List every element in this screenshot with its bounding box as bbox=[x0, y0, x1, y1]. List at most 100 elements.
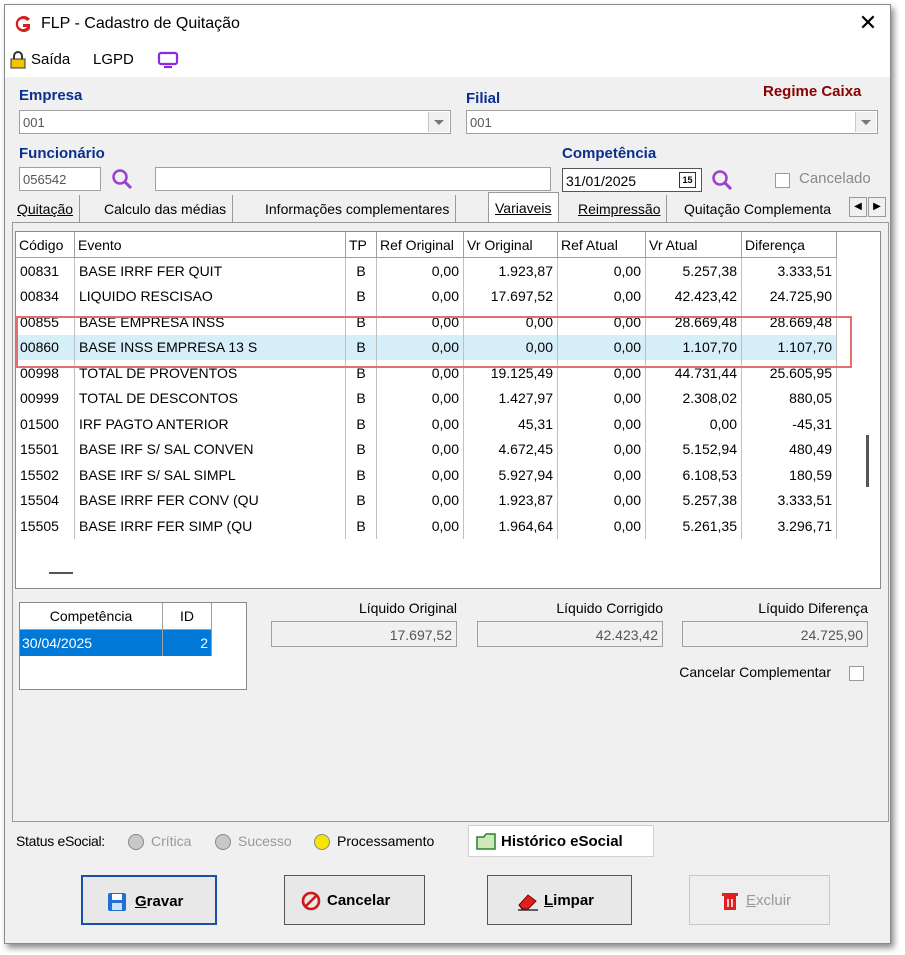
tab-quitacao-complementar[interactable]: Quitação Complementa bbox=[678, 195, 850, 222]
col-vr-atual[interactable]: Vr Atual bbox=[645, 232, 742, 258]
competence-date-input[interactable]: 31/01/2025 15 bbox=[562, 168, 702, 192]
grid-vertical-scrollbar[interactable] bbox=[866, 435, 869, 487]
cell-vr-original: 1.923,87 bbox=[463, 487, 558, 513]
table-row[interactable]: 00998 TOTAL DE PROVENTOS B 0,00 19.125,49 0,0… bbox=[16, 360, 837, 386]
save-button[interactable]: Gravar bbox=[81, 875, 217, 925]
cell-vr-original: 19.125,49 bbox=[463, 360, 558, 386]
table-row[interactable]: 00999 TOTAL DE DESCONTOS B 0,00 1.427,97 0,00… bbox=[16, 385, 837, 411]
cell-tp: B bbox=[345, 257, 377, 284]
cell-evento: BASE EMPRESA INSS bbox=[74, 309, 346, 335]
table-row[interactable]: 00834 LIQUIDO RESCISAO B 0,00 17.697,52 0,00 4… bbox=[16, 283, 837, 309]
cell-diferenca: 3.333,51 bbox=[741, 487, 837, 513]
cancel-button[interactable]: Cancelar bbox=[284, 875, 425, 925]
menu-lgpd[interactable]: LGPD bbox=[93, 51, 134, 68]
competence-date-value: 31/01/2025 bbox=[566, 173, 637, 189]
cell-codigo: 00831 bbox=[16, 257, 75, 284]
competence-list[interactable]: Competência ID 30/04/2025 2 bbox=[19, 602, 247, 690]
esocial-history-button[interactable]: Histórico eSocial bbox=[468, 825, 654, 857]
tab-informacoes-complementares[interactable]: Informações complementares bbox=[259, 195, 457, 222]
tab-scroll-right-icon[interactable]: ▶ bbox=[868, 197, 886, 217]
cancel-complementary-checkbox[interactable] bbox=[849, 666, 864, 681]
cell-ref-atual: 0,00 bbox=[557, 411, 646, 437]
cell-codigo: 00860 bbox=[16, 334, 75, 360]
table-row[interactable]: 00855 BASE EMPRESA INSS B 0,00 0,00 0,00 28.66… bbox=[16, 309, 837, 335]
col-competencia[interactable]: Competência bbox=[20, 603, 163, 630]
col-evento[interactable]: Evento bbox=[74, 232, 346, 258]
cell-tp: B bbox=[345, 334, 377, 360]
table-row[interactable]: 15502 BASE IRF S/ SAL SIMPL B 0,00 5.927,94 0… bbox=[16, 462, 837, 488]
eraser-icon bbox=[518, 894, 538, 911]
cell-tp: B bbox=[345, 487, 377, 513]
table-row[interactable]: 15504 BASE IRRF FER CONV (QU B 0,00 1.923,87… bbox=[16, 487, 837, 513]
cell-vr-original: 1.427,97 bbox=[463, 385, 558, 411]
cell-tp: B bbox=[345, 283, 377, 309]
company-label: Empresa bbox=[19, 87, 83, 104]
menu-exit[interactable]: Saída bbox=[31, 51, 70, 68]
tab-variaveis[interactable]: Variaveis bbox=[488, 192, 559, 224]
calendar-icon[interactable]: 15 bbox=[679, 172, 696, 188]
table-row[interactable]: 01500 IRF PAGTO ANTERIOR B 0,00 45,31 0,00 0,0… bbox=[16, 411, 837, 437]
cell-diferenca: 25.605,95 bbox=[741, 360, 837, 386]
tab-scroll-left-icon[interactable]: ◀ bbox=[849, 197, 867, 217]
cell-vr-atual: 5.257,38 bbox=[645, 257, 742, 284]
table-row[interactable]: 15501 BASE IRF S/ SAL CONVEN B 0,00 4.672,45… bbox=[16, 436, 837, 462]
competence-row[interactable]: 30/04/2025 2 bbox=[20, 629, 212, 656]
status-success-label: Sucesso bbox=[238, 833, 292, 849]
col-ref-atual[interactable]: Ref Atual bbox=[557, 232, 646, 258]
chevron-down-icon[interactable] bbox=[428, 112, 449, 132]
events-grid[interactable]: Código Evento TP Ref Original Vr Origina… bbox=[15, 231, 881, 589]
cell-codigo: 01500 bbox=[16, 411, 75, 437]
employee-search-icon[interactable] bbox=[109, 166, 135, 192]
employee-code-value: 056542 bbox=[23, 172, 67, 187]
cell-tp: B bbox=[345, 385, 377, 411]
table-row[interactable]: 15505 BASE IRRF FER SIMP (QU B 0,00 1.964,64… bbox=[16, 513, 837, 539]
table-row[interactable]: 00860 BASE INSS EMPRESA 13 S B 0,00 0,00 0,00… bbox=[16, 334, 837, 360]
cell-evento: TOTAL DE DESCONTOS bbox=[74, 385, 346, 411]
col-diferenca[interactable]: Diferença bbox=[741, 232, 837, 258]
tab-reimpressao[interactable]: Reimpressão bbox=[572, 195, 668, 222]
cell-vr-original: 17.697,52 bbox=[463, 283, 558, 309]
cell-ref-atual: 0,00 bbox=[557, 360, 646, 386]
chevron-down-icon[interactable] bbox=[855, 112, 876, 132]
cell-codigo: 15502 bbox=[16, 462, 75, 488]
competence-label: Competência bbox=[562, 145, 657, 162]
grid-horizontal-scrollbar[interactable] bbox=[49, 572, 73, 574]
clear-button-accel: L bbox=[544, 892, 554, 909]
table-row[interactable]: 00831 BASE IRRF FER QUIT B 0,00 1.923,87 0,00… bbox=[16, 257, 837, 284]
status-label: Status eSocial: bbox=[16, 833, 105, 849]
clear-button[interactable]: Limpar bbox=[487, 875, 632, 925]
cell-ref-atual: 0,00 bbox=[557, 436, 646, 462]
cell-vr-atual: 5.152,94 bbox=[645, 436, 742, 462]
save-button-accel: G bbox=[135, 893, 147, 910]
cancel-icon bbox=[301, 891, 321, 911]
branch-value: 001 bbox=[470, 115, 492, 130]
title-bar: FLP - Cadastro de Quitação ✕ bbox=[5, 5, 890, 43]
clear-button-label: impar bbox=[553, 892, 595, 909]
cell-tp: B bbox=[345, 411, 377, 437]
col-tp[interactable]: TP bbox=[345, 232, 377, 258]
cell-evento: BASE IRRF FER CONV (QU bbox=[74, 487, 346, 513]
tab-quitacao[interactable]: Quitação bbox=[11, 195, 81, 222]
close-icon[interactable]: ✕ bbox=[856, 11, 880, 35]
company-select[interactable]: 001 bbox=[19, 110, 451, 134]
cell-vr-atual: 42.423,42 bbox=[645, 283, 742, 309]
events-table: Código Evento TP Ref Original Vr Origina… bbox=[16, 232, 837, 539]
col-codigo[interactable]: Código bbox=[16, 232, 75, 258]
branch-select[interactable]: 001 bbox=[466, 110, 878, 134]
col-vr-original[interactable]: Vr Original bbox=[463, 232, 558, 258]
cell-codigo: 00998 bbox=[16, 360, 75, 386]
delete-button[interactable]: Excluir bbox=[689, 875, 830, 925]
cell-tp: B bbox=[345, 513, 377, 539]
tab-label: Reimpressão bbox=[578, 201, 661, 217]
employee-name-input[interactable] bbox=[155, 167, 551, 191]
cell-evento: BASE IRF S/ SAL CONVEN bbox=[74, 436, 346, 462]
cancelled-checkbox[interactable] bbox=[775, 173, 790, 188]
col-ref-original[interactable]: Ref Original bbox=[376, 232, 464, 258]
cell-tp: B bbox=[345, 436, 377, 462]
employee-code-input[interactable]: 056542 bbox=[19, 167, 101, 191]
tab-calculo-medias[interactable]: Calculo das médias bbox=[98, 195, 234, 222]
cell-ref-original: 0,00 bbox=[376, 513, 464, 539]
col-id[interactable]: ID bbox=[162, 603, 212, 630]
monitor-icon[interactable] bbox=[157, 51, 179, 69]
competence-search-icon[interactable] bbox=[709, 167, 735, 193]
